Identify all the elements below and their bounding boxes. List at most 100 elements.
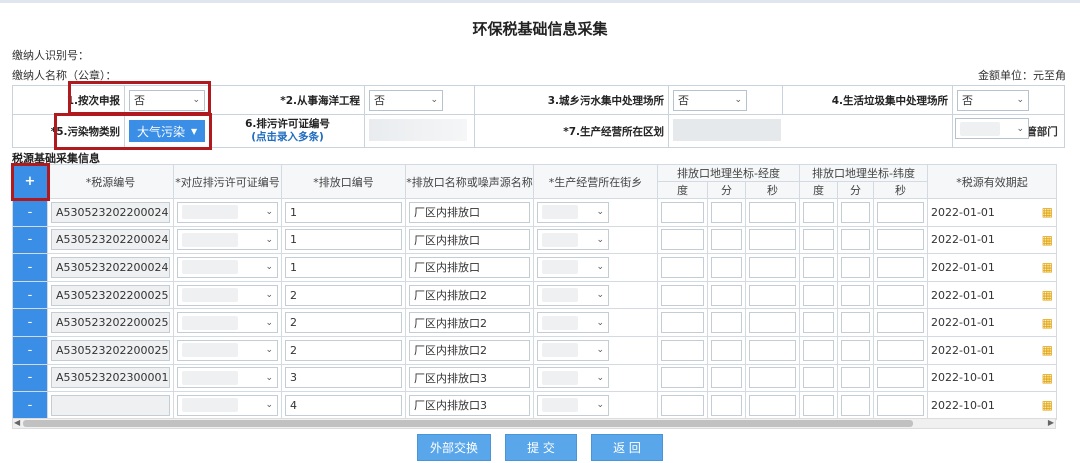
- outlet-no-input[interactable]: 3: [285, 367, 402, 389]
- street-select[interactable]: ⌄: [537, 229, 609, 251]
- valid-from-date[interactable]: 2022-01-01 ▦: [931, 316, 1053, 330]
- remove-row-button[interactable]: -: [12, 280, 48, 310]
- lat-sec-input[interactable]: [877, 394, 924, 416]
- lon-min-input[interactable]: [711, 229, 742, 251]
- lon-deg-input[interactable]: [661, 284, 704, 306]
- lat-sec-input[interactable]: [877, 256, 924, 278]
- lat-deg-input[interactable]: [803, 229, 834, 251]
- calendar-icon[interactable]: ▦: [1042, 343, 1053, 357]
- garbage-facility-select[interactable]: 否 ⌄: [957, 89, 1029, 111]
- lat-sec-input[interactable]: [877, 339, 924, 361]
- calendar-icon[interactable]: ▦: [1042, 233, 1053, 247]
- permit-no-select[interactable]: ⌄: [177, 201, 278, 223]
- calendar-icon[interactable]: ▦: [1042, 205, 1053, 219]
- lon-min-input[interactable]: [711, 284, 742, 306]
- street-select[interactable]: ⌄: [537, 339, 609, 361]
- lon-sec-input[interactable]: [749, 229, 796, 251]
- outlet-name-input[interactable]: 厂区内排放口3: [409, 394, 530, 416]
- lon-min-input[interactable]: [711, 339, 742, 361]
- lon-min-input[interactable]: [711, 367, 742, 389]
- lon-sec-input[interactable]: [749, 312, 796, 334]
- outlet-no-input[interactable]: 2: [285, 339, 402, 361]
- permit-no-select[interactable]: ⌄: [177, 284, 278, 306]
- remove-row-button[interactable]: -: [12, 335, 48, 365]
- outlet-name-input[interactable]: 厂区内排放口2: [409, 284, 530, 306]
- lat-deg-input[interactable]: [803, 339, 834, 361]
- remove-row-button[interactable]: -: [12, 363, 48, 393]
- multi-entry-link[interactable]: (点击录入多条): [215, 131, 360, 144]
- lat-deg-input[interactable]: [803, 394, 834, 416]
- region-input[interactable]: [673, 118, 781, 141]
- source-no-input[interactable]: A530523202200024: [51, 256, 170, 278]
- remove-row-button[interactable]: -: [12, 308, 48, 337]
- lat-min-input[interactable]: [841, 256, 870, 278]
- lat-min-input[interactable]: [841, 201, 870, 223]
- env-department-select[interactable]: ⌄: [955, 118, 1029, 139]
- lat-sec-input[interactable]: [877, 284, 924, 306]
- lon-sec-input[interactable]: [749, 367, 796, 389]
- remove-row-button[interactable]: -: [12, 198, 48, 227]
- lat-deg-input[interactable]: [803, 284, 834, 306]
- external-exchange-button[interactable]: 外部交换: [417, 434, 491, 461]
- valid-from-date[interactable]: 2022-01-01 ▦: [931, 205, 1053, 219]
- lon-min-input[interactable]: [711, 256, 742, 278]
- permit-no-select[interactable]: ⌄: [177, 394, 278, 416]
- source-no-input[interactable]: A530523202200025: [51, 339, 170, 361]
- source-no-input[interactable]: A530523202200024: [51, 201, 170, 223]
- remove-row-button[interactable]: -: [12, 391, 48, 420]
- marine-engineering-select[interactable]: 否 ⌄: [369, 89, 443, 111]
- lon-deg-input[interactable]: [661, 229, 704, 251]
- outlet-no-input[interactable]: 1: [285, 256, 402, 278]
- outlet-no-input[interactable]: 2: [285, 312, 402, 334]
- back-button[interactable]: 返 回: [591, 434, 663, 461]
- lon-deg-input[interactable]: [661, 339, 704, 361]
- scroll-right-icon[interactable]: ▶: [1048, 418, 1054, 427]
- outlet-no-input[interactable]: 1: [285, 229, 402, 251]
- source-no-input[interactable]: [51, 394, 170, 416]
- lat-min-input[interactable]: [841, 367, 870, 389]
- lat-min-input[interactable]: [841, 312, 870, 334]
- lon-deg-input[interactable]: [661, 201, 704, 223]
- permit-no-select[interactable]: ⌄: [177, 339, 278, 361]
- scrollbar-thumb[interactable]: [23, 420, 913, 427]
- outlet-name-input[interactable]: 厂区内排放口3: [409, 367, 530, 389]
- source-no-input[interactable]: A530523202300001: [51, 367, 170, 389]
- permit-no-select[interactable]: ⌄: [177, 367, 278, 389]
- outlet-name-input[interactable]: 厂区内排放口: [409, 256, 530, 278]
- lon-deg-input[interactable]: [661, 394, 704, 416]
- lat-sec-input[interactable]: [877, 312, 924, 334]
- permit-no-input[interactable]: [369, 118, 467, 141]
- outlet-no-input[interactable]: 2: [285, 284, 402, 306]
- lat-sec-input[interactable]: [877, 201, 924, 223]
- valid-from-date[interactable]: 2022-01-01 ▦: [931, 260, 1053, 274]
- outlet-name-input[interactable]: 厂区内排放口: [409, 229, 530, 251]
- outlet-no-input[interactable]: 1: [285, 201, 402, 223]
- lon-sec-input[interactable]: [749, 256, 796, 278]
- source-no-input[interactable]: A530523202200025: [51, 284, 170, 306]
- source-no-input[interactable]: A530523202200024: [51, 229, 170, 251]
- lat-deg-input[interactable]: [803, 312, 834, 334]
- lat-min-input[interactable]: [841, 394, 870, 416]
- lon-sec-input[interactable]: [749, 201, 796, 223]
- lon-deg-input[interactable]: [661, 256, 704, 278]
- permit-no-select[interactable]: ⌄: [177, 312, 278, 334]
- lat-min-input[interactable]: [841, 339, 870, 361]
- outlet-name-input[interactable]: 厂区内排放口: [409, 201, 530, 223]
- outlet-name-input[interactable]: 厂区内排放口2: [409, 312, 530, 334]
- street-select[interactable]: ⌄: [537, 394, 609, 416]
- lon-sec-input[interactable]: [749, 284, 796, 306]
- street-select[interactable]: ⌄: [537, 256, 609, 278]
- lat-deg-input[interactable]: [803, 201, 834, 223]
- lon-min-input[interactable]: [711, 312, 742, 334]
- horizontal-scrollbar[interactable]: ◀ ▶: [12, 418, 1056, 429]
- lon-deg-input[interactable]: [661, 312, 704, 334]
- lon-min-input[interactable]: [711, 394, 742, 416]
- lon-sec-input[interactable]: [749, 394, 796, 416]
- valid-from-date[interactable]: 2022-10-01 ▦: [931, 398, 1053, 412]
- street-select[interactable]: ⌄: [537, 367, 609, 389]
- source-no-input[interactable]: A530523202200025: [51, 312, 170, 334]
- valid-from-date[interactable]: 2022-01-01 ▦: [931, 343, 1053, 357]
- permit-no-select[interactable]: ⌄: [177, 229, 278, 251]
- street-select[interactable]: ⌄: [537, 312, 609, 334]
- calendar-icon[interactable]: ▦: [1042, 288, 1053, 302]
